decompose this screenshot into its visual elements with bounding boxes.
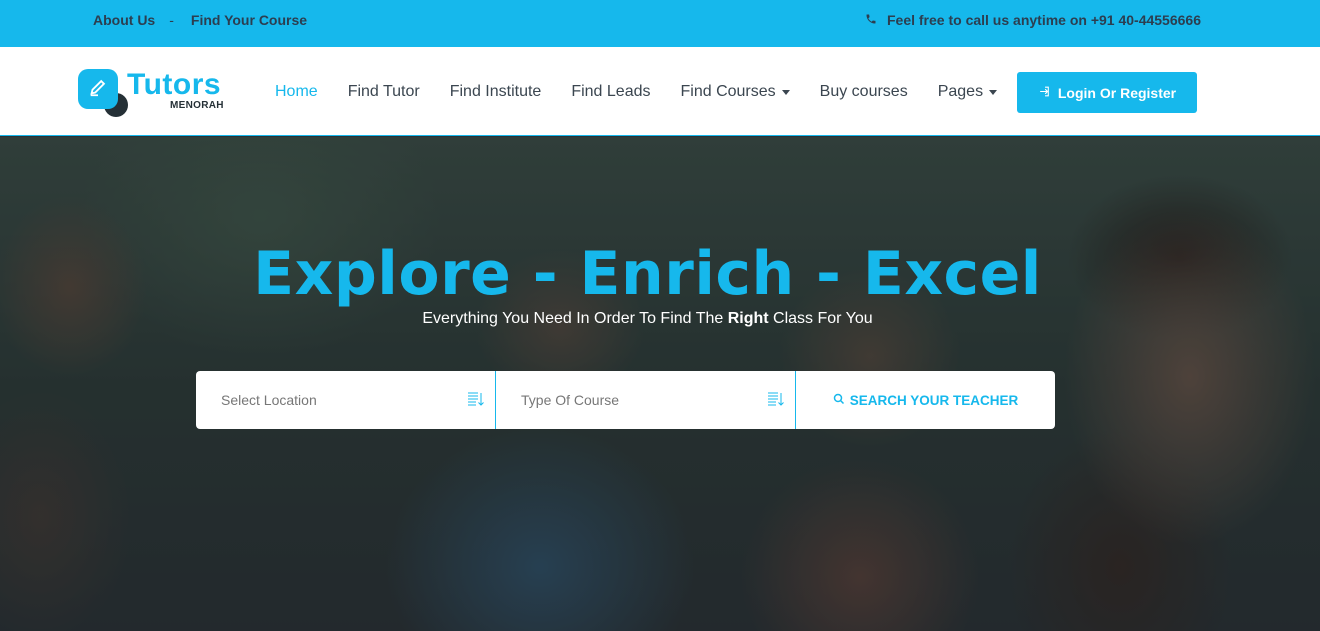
main-header: Tutors MENORAH Home Find Tutor Find Inst… bbox=[0, 47, 1320, 136]
location-select[interactable]: Select Location bbox=[196, 371, 496, 429]
nav-find-institute-label: Find Institute bbox=[449, 83, 542, 100]
hero-title: Explore - Enrich - Excel bbox=[253, 239, 1042, 309]
nav-find-institute[interactable]: Find Institute bbox=[450, 83, 542, 101]
search-teacher-label: SEARCH YOUR TEACHER bbox=[849, 392, 1019, 408]
top-bar: About Us - Find Your Course Feel free to… bbox=[0, 0, 1320, 47]
caret-down-icon bbox=[989, 89, 998, 95]
nav-pages-label: Pages bbox=[937, 83, 984, 100]
logo-subtitle: MENORAH bbox=[170, 100, 224, 111]
location-placeholder: Select Location bbox=[221, 392, 317, 408]
nav-home-label: Home bbox=[275, 83, 318, 100]
nav-buy-courses-label: Buy courses bbox=[819, 83, 908, 100]
nav-buy-courses[interactable]: Buy courses bbox=[820, 83, 908, 101]
search-bar: Select Location Type Of Course SEARCH YO… bbox=[196, 371, 1055, 429]
hero-subtitle-bold: Right bbox=[727, 310, 769, 327]
hero-section: Explore - Enrich - Excel Everything You … bbox=[0, 137, 1320, 631]
find-your-course-link[interactable]: Find Your Course bbox=[191, 12, 307, 28]
login-register-label: Login Or Register bbox=[1057, 84, 1177, 101]
top-links: About Us - Find Your Course bbox=[93, 12, 307, 28]
about-us-link[interactable]: About Us bbox=[93, 12, 155, 28]
nav-home[interactable]: Home bbox=[275, 83, 318, 101]
hero-subtitle: Everything You Need In Order To Find The… bbox=[0, 310, 1295, 328]
nav-find-leads[interactable]: Find Leads bbox=[571, 83, 650, 101]
nav-find-tutor-label: Find Tutor bbox=[347, 83, 420, 100]
top-links-separator: - bbox=[169, 12, 174, 28]
course-type-select[interactable]: Type Of Course bbox=[496, 371, 796, 429]
nav-find-leads-label: Find Leads bbox=[571, 83, 651, 100]
phone-icon bbox=[865, 12, 887, 28]
logo-name: Tutors bbox=[127, 68, 222, 101]
search-icon bbox=[833, 393, 850, 408]
site-logo[interactable]: Tutors MENORAH bbox=[78, 67, 238, 117]
nav-find-tutor[interactable]: Find Tutor bbox=[348, 83, 420, 101]
call-info: Feel free to call us anytime on +91 40-4… bbox=[865, 12, 1201, 28]
nav-find-courses[interactable]: Find Courses bbox=[681, 83, 790, 101]
nav-find-courses-label: Find Courses bbox=[680, 83, 776, 100]
search-teacher-button[interactable]: SEARCH YOUR TEACHER bbox=[796, 371, 1055, 429]
sign-in-icon bbox=[1038, 85, 1058, 101]
main-nav: Home Find Tutor Find Institute Find Lead… bbox=[275, 83, 1027, 101]
login-register-button[interactable]: Login Or Register bbox=[1017, 72, 1197, 113]
hero-subtitle-start: Everything You Need In Order To Find The bbox=[422, 310, 728, 327]
hero-subtitle-end: Class For You bbox=[768, 310, 873, 327]
call-text: Feel free to call us anytime on +91 40-4… bbox=[886, 12, 1201, 28]
nav-pages[interactable]: Pages bbox=[937, 83, 998, 101]
course-placeholder: Type Of Course bbox=[521, 392, 620, 408]
caret-down-icon bbox=[781, 89, 790, 95]
